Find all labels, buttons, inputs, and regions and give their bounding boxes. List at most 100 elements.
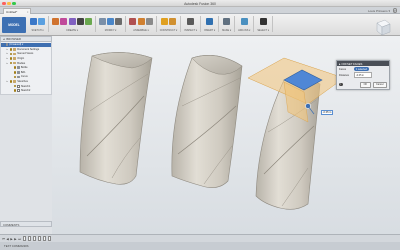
- cancel-button[interactable]: Cancel: [372, 81, 387, 88]
- timeline: ⏮ ◀ ▶ ▶ ⏭: [0, 234, 400, 242]
- tool-icon[interactable]: [52, 18, 60, 25]
- visibility-bulb-icon[interactable]: [9, 48, 13, 51]
- tool-icon[interactable]: [129, 18, 137, 25]
- tool-group: ASSEMBLE ▾: [129, 16, 157, 32]
- faces-selection[interactable]: 1 selected: [354, 67, 369, 71]
- tool-icon[interactable]: [68, 18, 76, 25]
- tool-group-label[interactable]: SKETCH ▾: [32, 29, 44, 32]
- title-bar: Autodesk Fusion 360: [0, 0, 400, 7]
- main-toolbar: MODEL SKETCH ▾ CREATE ▾ MODIFY ▾ ASSEMBLE ▾…: [0, 14, 400, 36]
- browser-item-label: Bd1: [20, 70, 26, 74]
- folder-icon: [13, 52, 17, 56]
- tool-group-label[interactable]: MAKE ▾: [222, 29, 231, 32]
- tool-group-label[interactable]: CREATE ▾: [66, 29, 78, 32]
- info-icon[interactable]: i: [339, 82, 343, 87]
- expand-caret-icon[interactable]: ▸: [2, 43, 5, 46]
- tool-icon[interactable]: [98, 18, 106, 25]
- dialog-buttons: OK Cancel: [360, 81, 387, 88]
- tool-icons: [223, 16, 231, 27]
- expand-caret-icon[interactable]: ▸: [6, 52, 9, 55]
- timeline-end-icon[interactable]: ⏭: [18, 237, 21, 241]
- tool-icon[interactable]: [259, 18, 267, 25]
- expand-icon[interactable]: ▸: [339, 62, 340, 66]
- browser-item-label: Origin: [17, 57, 25, 61]
- expand-caret-icon[interactable]: ▸: [6, 48, 9, 51]
- comments-panel[interactable]: COMMENTS: [0, 221, 52, 227]
- tool-group: CONSTRUCT ▾: [160, 16, 182, 32]
- tool-group-label[interactable]: INSERT ▾: [204, 29, 215, 32]
- tool-icon[interactable]: [38, 18, 46, 25]
- bottle-model-2[interactable]: [171, 55, 243, 188]
- visibility-bulb-icon[interactable]: [13, 75, 17, 79]
- sketch-icon: [17, 84, 20, 88]
- tool-group-label[interactable]: ASSEMBLE ▾: [133, 29, 148, 32]
- tool-icon[interactable]: [137, 18, 145, 25]
- timeline-back-icon[interactable]: ◀: [6, 237, 8, 241]
- view-cube[interactable]: [374, 18, 392, 38]
- text-commands-bar[interactable]: TEXT COMMANDS: [0, 242, 400, 250]
- tool-icon[interactable]: [145, 18, 153, 25]
- visibility-bulb-icon[interactable]: [13, 66, 17, 70]
- timeline-start-icon[interactable]: ⏮: [2, 237, 5, 241]
- timeline-feature[interactable]: [42, 236, 47, 241]
- collapse-caret-icon[interactable]: ◂: [3, 37, 4, 41]
- timeline-feature[interactable]: [32, 236, 37, 241]
- tool-group: MODIFY ▾: [98, 16, 127, 32]
- timeline-feature[interactable]: [47, 236, 52, 241]
- tool-icons: [206, 16, 214, 27]
- tool-group-label[interactable]: INSPECT ▾: [184, 29, 197, 32]
- timeline-feature[interactable]: [37, 236, 42, 241]
- tool-group: SELECT ▾: [257, 16, 273, 32]
- document-tab-bar: Untitled* × Louis Prinsens ▾ ?: [0, 7, 400, 14]
- body-icon: [17, 66, 20, 70]
- tool-group-label[interactable]: SELECT ▾: [257, 29, 269, 32]
- tool-icon[interactable]: [206, 18, 214, 25]
- folder-icon: [13, 48, 17, 51]
- expand-caret-icon[interactable]: ▸: [6, 80, 9, 83]
- tool-icons: [30, 16, 46, 27]
- timeline-feature[interactable]: [22, 236, 27, 241]
- tool-icon[interactable]: [115, 18, 123, 25]
- help-icon[interactable]: ?: [392, 8, 397, 13]
- browser-item-label: Curve: [20, 75, 28, 79]
- distance-input-box[interactable]: -0.05 in: [321, 110, 333, 115]
- tool-icon[interactable]: [30, 18, 37, 25]
- visibility-bulb-icon[interactable]: [9, 52, 13, 56]
- tool-icon[interactable]: [76, 18, 84, 25]
- body-icon: [17, 75, 20, 79]
- expand-caret-icon[interactable]: ▸: [6, 62, 9, 65]
- timeline-forward-icon[interactable]: ▶: [14, 237, 16, 241]
- tool-icons: [240, 16, 248, 27]
- tool-icon[interactable]: [223, 18, 231, 25]
- bottle-model-1[interactable]: [79, 52, 153, 185]
- visibility-bulb-icon[interactable]: [13, 89, 17, 93]
- timeline-feature[interactable]: [27, 236, 32, 241]
- visibility-bulb-icon[interactable]: [9, 80, 13, 83]
- tool-icon[interactable]: [169, 18, 177, 25]
- expand-caret-icon[interactable]: ▸: [6, 57, 9, 60]
- browser-item-label: Sketch1: [20, 84, 31, 88]
- visibility-bulb-icon[interactable]: [9, 57, 13, 60]
- tool-icon[interactable]: [160, 18, 168, 25]
- folder-icon: [13, 57, 17, 60]
- tool-group-label[interactable]: ADD-INS ▾: [238, 29, 250, 32]
- user-menu[interactable]: Louis Prinsens ▾: [368, 9, 390, 13]
- visibility-bulb-icon[interactable]: [13, 71, 17, 74]
- tool-group-label[interactable]: MODIFY ▾: [105, 29, 117, 32]
- app-title: Autodesk Fusion 360: [184, 1, 216, 6]
- tool-icon[interactable]: [60, 18, 68, 25]
- visibility-bulb-icon[interactable]: [9, 61, 13, 65]
- faces-label: Faces: [339, 67, 347, 71]
- tool-group-label[interactable]: CONSTRUCT ▾: [160, 29, 178, 32]
- workspace-switcher-button[interactable]: MODEL: [2, 17, 26, 33]
- ok-button[interactable]: OK: [360, 81, 371, 88]
- tool-icons: [187, 16, 195, 27]
- browser-tree-item[interactable]: Sketch2: [1, 88, 51, 93]
- visibility-bulb-icon[interactable]: [13, 84, 17, 88]
- tool-icon[interactable]: [107, 18, 115, 25]
- timeline-play-icon[interactable]: ▶: [10, 237, 12, 241]
- tool-icon[interactable]: [187, 18, 195, 25]
- distance-field[interactable]: -0.05 in: [354, 72, 372, 78]
- tool-icon[interactable]: [240, 18, 248, 25]
- tool-icon[interactable]: [84, 18, 92, 25]
